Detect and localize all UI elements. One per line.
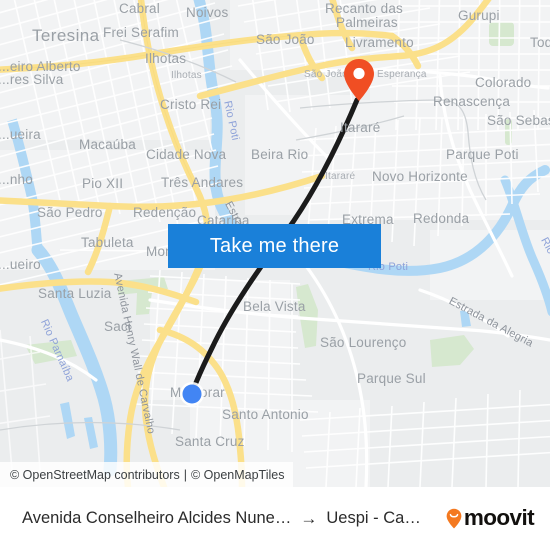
moovit-trip-map-screen: Cabral Noivos Recanto das Palmeiras Gurupi Te… <box>0 0 550 550</box>
arrow-right-icon: → <box>300 508 318 528</box>
trip-destination-label[interactable]: Uespi - Cam… <box>326 509 434 528</box>
attribution-maptiles[interactable]: © OpenMapTiles <box>191 468 285 482</box>
moovit-wordmark: moovit <box>463 505 535 531</box>
take-me-there-button[interactable]: Take me there <box>168 224 381 268</box>
map-canvas[interactable]: Cabral Noivos Recanto das Palmeiras Gurupi Te… <box>0 0 550 487</box>
map-attribution: © OpenStreetMap contributors | © OpenMap… <box>0 462 293 487</box>
trip-origin-label[interactable]: Avenida Conselheiro Alcides Nune… <box>22 509 291 528</box>
moovit-logo[interactable]: moovit <box>446 505 535 531</box>
attribution-osm[interactable]: © OpenStreetMap contributors <box>10 468 180 482</box>
take-me-there-label: Take me there <box>209 234 340 257</box>
trip-summary-bar: Avenida Conselheiro Alcides Nune… → Uesp… <box>0 487 550 550</box>
origin-location-dot <box>179 381 205 407</box>
moovit-pin-icon <box>446 508 462 529</box>
attribution-separator: | <box>183 467 187 482</box>
